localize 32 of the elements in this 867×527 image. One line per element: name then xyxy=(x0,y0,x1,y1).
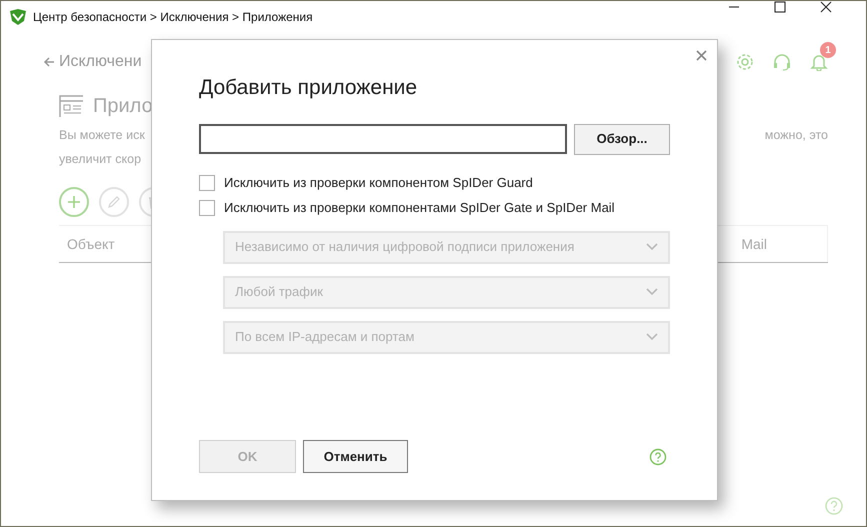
window-title: Центр безопасности > Исключения > Приложения xyxy=(33,9,313,26)
column-header: Объект xyxy=(66,234,115,254)
cancel-button[interactable]: Отменить xyxy=(303,440,408,473)
page-title: Прило xyxy=(93,94,153,119)
description-text: увеличит скор xyxy=(59,151,142,168)
description-text: можно, это xyxy=(764,127,828,144)
app-logo-icon xyxy=(9,9,27,25)
checkbox-label: Исключить из проверки компонентами SpIDer Gate и SpIDer Mail xyxy=(224,199,615,218)
back-link[interactable]: Исключени xyxy=(59,50,142,74)
settings-icon[interactable] xyxy=(736,53,754,71)
help-icon[interactable] xyxy=(824,496,844,516)
checkbox[interactable] xyxy=(199,200,215,216)
checkbox-label: Исключить из проверки компонентом SpIDer Guard xyxy=(224,174,533,192)
dialog-title: Добавить приложение xyxy=(199,75,418,101)
checkbox[interactable] xyxy=(199,175,215,191)
chevron-down-icon xyxy=(646,288,658,296)
column-header: Mail xyxy=(741,234,767,254)
help-icon[interactable] xyxy=(649,448,667,466)
headset-icon[interactable] xyxy=(772,53,792,71)
notification-count: 1 xyxy=(820,42,836,58)
chevron-down-icon xyxy=(646,333,658,341)
close-button[interactable] xyxy=(696,50,707,61)
chevron-down-icon xyxy=(646,243,658,251)
window-icon xyxy=(59,95,83,117)
path-field[interactable] xyxy=(199,124,567,154)
browse-button[interactable]: Обзор... xyxy=(574,124,670,154)
bell-icon[interactable] xyxy=(810,52,828,71)
pencil-icon xyxy=(106,194,122,210)
description-text: Вы можете иск xyxy=(59,127,145,144)
add-button[interactable] xyxy=(59,187,89,217)
plus-icon xyxy=(66,194,82,210)
back-arrow-icon[interactable] xyxy=(43,56,55,68)
